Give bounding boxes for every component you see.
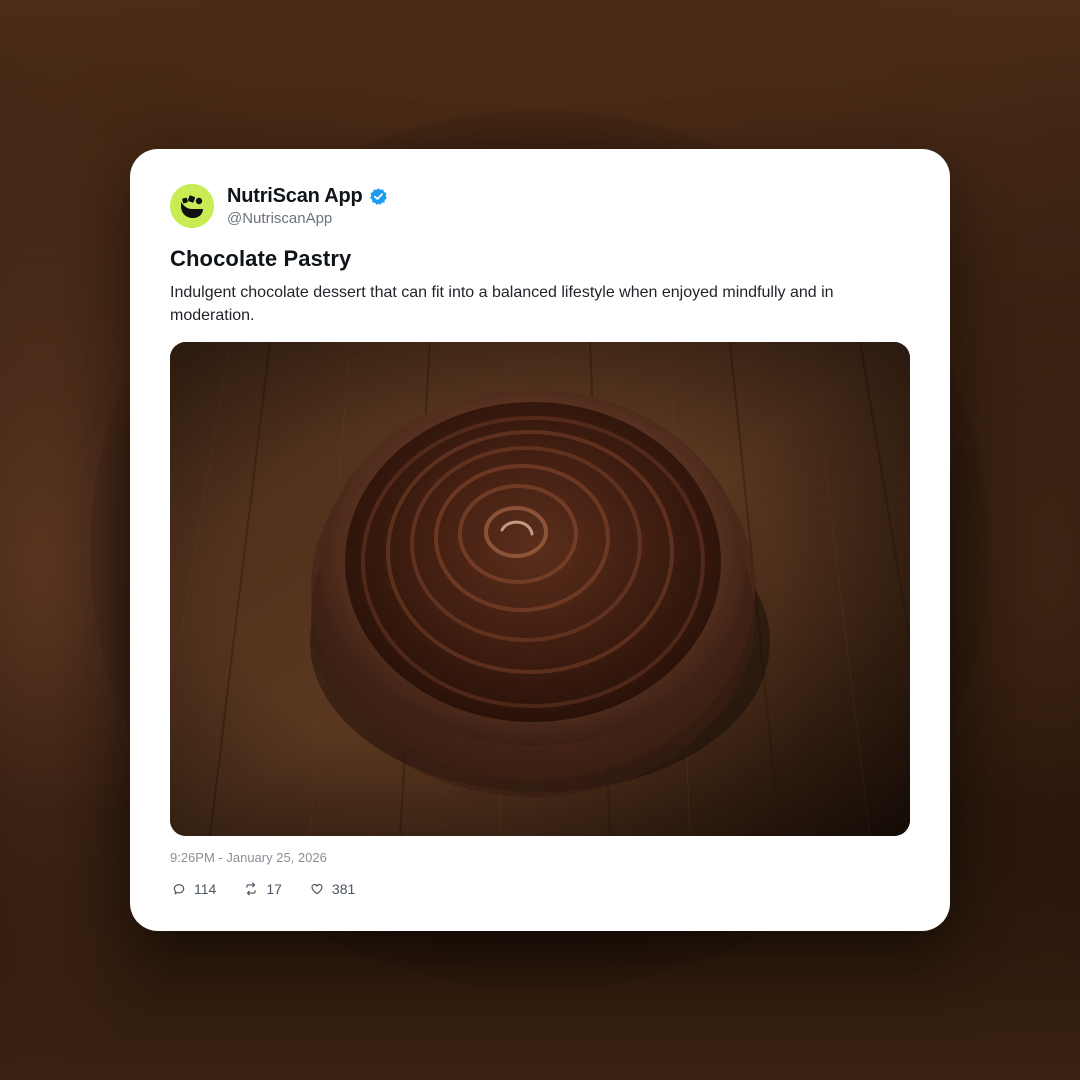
engagement-bar: 114 17 381 [172, 881, 383, 897]
avatar[interactable] [170, 184, 214, 228]
author-info: NutriScan App @NutriscanApp [227, 185, 388, 227]
verified-badge-icon [369, 187, 388, 206]
repost-button[interactable]: 17 [244, 881, 282, 897]
post-header: NutriScan App @NutriscanApp [170, 184, 388, 228]
chocolate-tart-photo[interactable] [170, 342, 910, 836]
heart-icon [311, 883, 323, 895]
author-handle[interactable]: @NutriscanApp [227, 210, 388, 227]
post-card: NutriScan App @NutriscanApp Chocolate Pa… [130, 149, 950, 931]
post-title: Chocolate Pastry [170, 246, 352, 271]
post-timestamp: 9:26PM - January 25, 2026 [170, 850, 327, 865]
post-description: Indulgent chocolate dessert that can fit… [170, 284, 834, 324]
like-button[interactable]: 381 [310, 881, 355, 897]
name-row: NutriScan App [227, 185, 388, 208]
nutriscan-logo-icon [170, 184, 214, 228]
repost-count: 17 [266, 881, 282, 897]
chocolate-tart-image [170, 342, 910, 836]
repost-icon [246, 882, 256, 896]
like-count: 381 [331, 881, 356, 897]
display-name[interactable]: NutriScan App [227, 185, 363, 208]
reply-button[interactable]: 114 [172, 881, 216, 897]
reply-count: 114 [194, 881, 217, 897]
comment-icon [173, 884, 185, 895]
